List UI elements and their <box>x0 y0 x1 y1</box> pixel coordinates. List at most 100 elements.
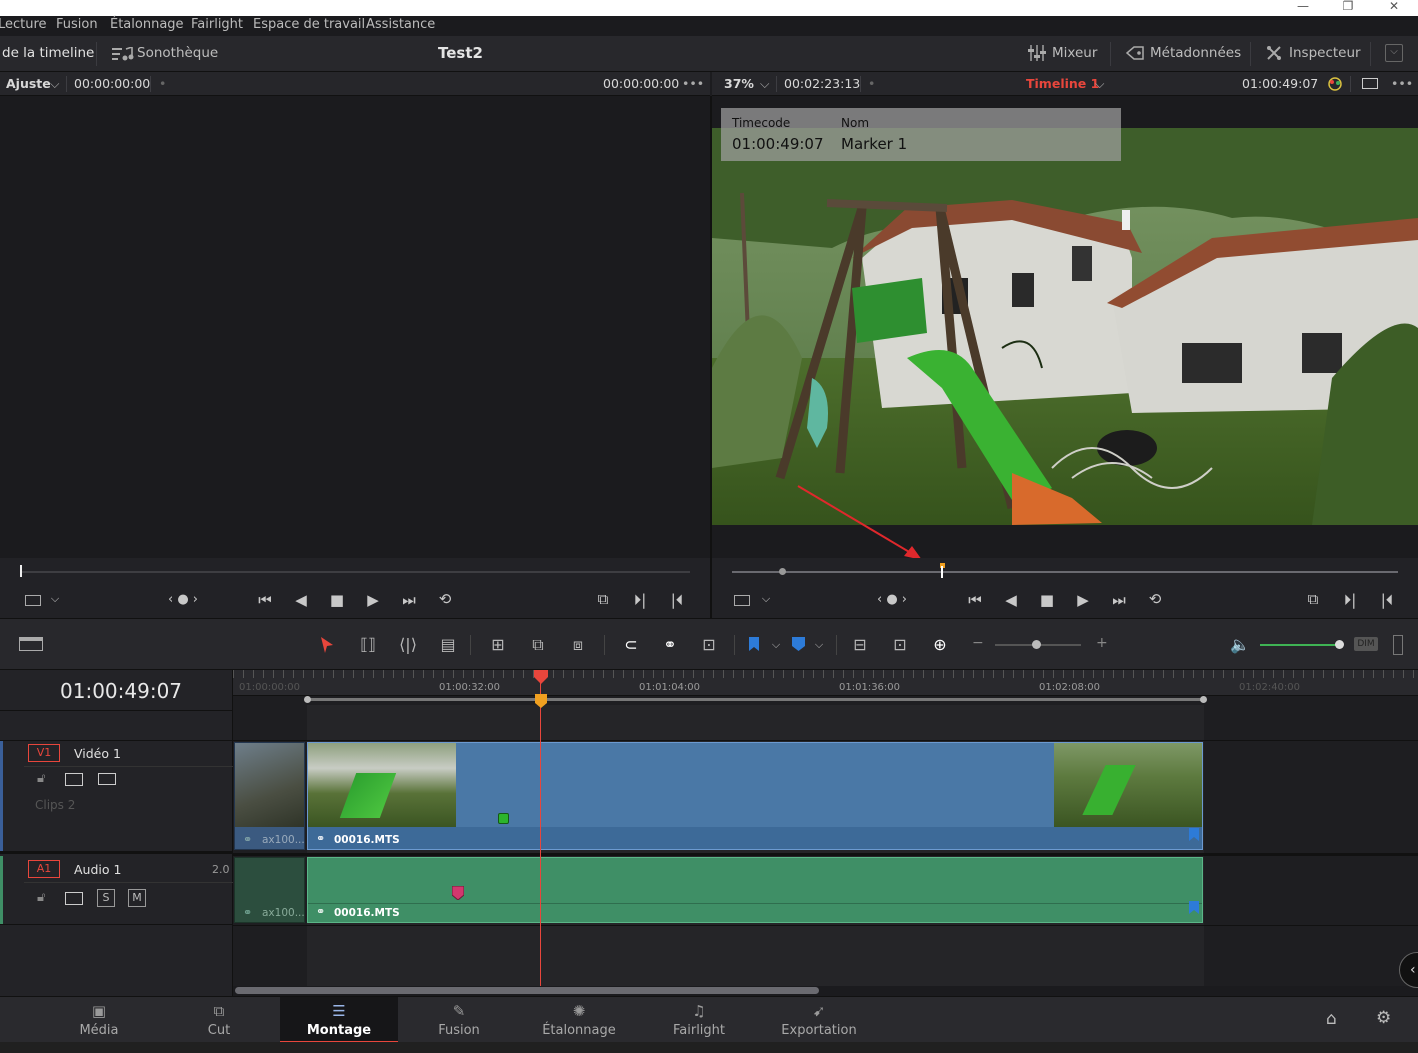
color-overlay-icon[interactable] <box>1326 75 1344 93</box>
inspector-button[interactable]: Inspecteur <box>1289 45 1361 61</box>
mark-out-icon[interactable]: |⏴ <box>664 591 690 609</box>
video-track-id[interactable]: V1 <box>28 744 60 762</box>
source-viewer[interactable] <box>0 96 710 558</box>
home-icon[interactable]: ⌂ <box>1326 1009 1337 1029</box>
zoom-slider-handle[interactable] <box>1032 640 1041 649</box>
auto-select-icon[interactable] <box>65 892 83 905</box>
timeline-playhead[interactable] <box>941 566 943 578</box>
snapping-icon[interactable]: ⊂ <box>617 635 645 654</box>
chevron-down-icon[interactable]: ⌵ <box>762 638 790 652</box>
audio-clip[interactable]: ⚭ 00016.MTS <box>307 857 1203 923</box>
nav-fusion[interactable]: ✎ Fusion <box>400 997 518 1043</box>
go-to-start-icon[interactable]: ⏮ <box>962 591 988 609</box>
reverse-play-icon[interactable]: ◀ <box>288 591 314 609</box>
mute-button[interactable]: M <box>128 889 146 907</box>
auto-select-icon[interactable] <box>65 773 83 786</box>
jog-control[interactable]: ‹ ● › <box>869 592 915 607</box>
volume-icon[interactable]: 🔈 <box>1226 635 1254 654</box>
track-visible-icon[interactable] <box>98 773 116 785</box>
timeline-area[interactable]: 01:00:00:00 01:00:32:00 01:01:04:00 01:0… <box>233 670 1418 996</box>
menu-fusion[interactable]: Fusion <box>56 17 98 32</box>
nav-montage[interactable]: ☰ Montage <box>280 997 398 1043</box>
loop-icon[interactable]: ⟲ <box>432 590 458 608</box>
source-scrub-bar[interactable] <box>20 571 690 573</box>
nav-media[interactable]: ▣ Média <box>40 997 158 1043</box>
sound-library-button[interactable]: Sonothèque <box>137 45 218 61</box>
zoom-in-icon[interactable]: + <box>1096 635 1108 651</box>
reverse-play-icon[interactable]: ◀ <box>998 591 1024 609</box>
audio-clip[interactable]: ⚭ ax100... <box>234 857 305 923</box>
chevron-down-icon[interactable]: ⌵ <box>1095 76 1104 92</box>
video-clip[interactable]: ⚭ ax100... <box>234 742 305 850</box>
selection-tool-icon[interactable] <box>320 636 334 654</box>
lock-icon[interactable]: 🔓︎ <box>37 890 45 905</box>
insert-clip-icon[interactable]: ⊞ <box>484 635 512 654</box>
timeline-name-dropdown[interactable]: Timeline 1 <box>1026 76 1099 91</box>
timeline-marker-icon[interactable] <box>535 694 547 708</box>
loop-icon[interactable]: ⟲ <box>1142 590 1168 608</box>
timeline-tab-button[interactable]: de la timeline <box>2 45 94 61</box>
menu-fairlight[interactable]: Fairlight <box>191 17 243 32</box>
chevron-down-icon[interactable]: ⌵ <box>42 592 68 606</box>
playhead-line[interactable] <box>540 670 541 986</box>
stop-icon[interactable]: ■ <box>1034 591 1060 609</box>
audio-track-id[interactable]: A1 <box>28 860 60 878</box>
expand-side-panel-icon[interactable]: ‹ <box>1399 952 1418 988</box>
mixer-button[interactable]: Mixeur <box>1052 45 1097 61</box>
blade-tool-icon[interactable]: ▤ <box>434 635 462 654</box>
audio-track-name[interactable]: Audio 1 <box>74 862 121 877</box>
video-clip[interactable]: ⚭ 00016.MTS <box>307 742 1203 850</box>
mark-in-icon[interactable]: ⏵| <box>1337 591 1363 609</box>
menu-etalonnage[interactable]: Étalonnage <box>110 17 184 32</box>
in-point-handle[interactable] <box>304 696 311 703</box>
clip-marker-pink[interactable] <box>452 886 464 900</box>
overwrite-clip-icon[interactable]: ⧉ <box>524 635 552 655</box>
zoom-custom-icon[interactable]: ⊕ <box>926 635 954 654</box>
match-frame-icon[interactable]: ⧉ <box>590 590 616 608</box>
marker-icon[interactable] <box>792 637 805 651</box>
zoom-detail-icon[interactable]: ⊡ <box>886 635 914 654</box>
jog-control[interactable]: ‹ ● › <box>160 592 206 607</box>
video-track-name[interactable]: Vidéo 1 <box>74 746 121 761</box>
go-to-end-icon[interactable]: ⏭ <box>396 591 422 609</box>
nav-fairlight[interactable]: ♫ Fairlight <box>640 997 758 1043</box>
stop-icon[interactable]: ■ <box>324 591 350 609</box>
dynamic-trim-icon[interactable]: ⟨|⟩ <box>394 635 422 654</box>
more-options-icon[interactable]: ••• <box>1391 76 1413 91</box>
metadata-button[interactable]: Métadonnées <box>1150 45 1241 61</box>
minimize-button[interactable]: — <box>1293 0 1313 12</box>
flag-icon[interactable] <box>748 637 760 651</box>
volume-slider-handle[interactable] <box>1335 640 1344 649</box>
play-icon[interactable]: ▶ <box>360 591 386 609</box>
expand-panel-icon[interactable]: ⌵ <box>1385 44 1403 62</box>
zoom-full-icon[interactable]: ⊟ <box>846 635 874 654</box>
clip-view-icon[interactable] <box>25 595 41 606</box>
position-lock-icon[interactable]: ⊡ <box>695 635 723 654</box>
close-button[interactable]: ✕ <box>1384 0 1404 12</box>
viewer-mode-icon[interactable] <box>1362 78 1378 89</box>
go-to-start-icon[interactable]: ⏮ <box>252 591 278 609</box>
menu-assistance[interactable]: Assistance <box>366 17 435 32</box>
playhead-handle-icon[interactable] <box>534 670 548 684</box>
match-frame-icon[interactable]: ⧉ <box>1300 590 1326 608</box>
nav-cut[interactable]: ⧉ Cut <box>160 997 278 1043</box>
chevron-down-icon[interactable]: ⌵ <box>760 76 769 92</box>
play-icon[interactable]: ▶ <box>1070 591 1096 609</box>
settings-gear-icon[interactable]: ⚙ <box>1376 1008 1391 1028</box>
timeline-ruler[interactable]: 01:00:00:00 01:00:32:00 01:01:04:00 01:0… <box>233 670 1418 696</box>
lock-icon[interactable]: 🔓︎ <box>37 771 45 786</box>
menu-espace-de-travail[interactable]: Espace de travail <box>253 17 365 32</box>
zoom-out-icon[interactable]: − <box>972 635 984 651</box>
clip-marker-green[interactable] <box>498 813 509 824</box>
dim-button[interactable]: DIM <box>1354 637 1378 651</box>
fit-dropdown[interactable]: Ajuster <box>6 76 50 91</box>
nav-etalonnage[interactable]: ✺ Étalonnage <box>520 997 638 1043</box>
source-playhead[interactable] <box>20 565 22 577</box>
go-to-end-icon[interactable]: ⏭ <box>1106 591 1132 609</box>
trim-tool-icon[interactable]: ⟦⟧ <box>354 635 382 654</box>
timeline-view-icon[interactable] <box>734 595 750 606</box>
nav-exportation[interactable]: ➹ Exportation <box>760 997 878 1043</box>
maximize-button[interactable]: ❐ <box>1338 0 1358 12</box>
chevron-down-icon[interactable]: ⌵ <box>753 592 779 606</box>
linked-selection-icon[interactable]: ⚭ <box>656 635 684 654</box>
